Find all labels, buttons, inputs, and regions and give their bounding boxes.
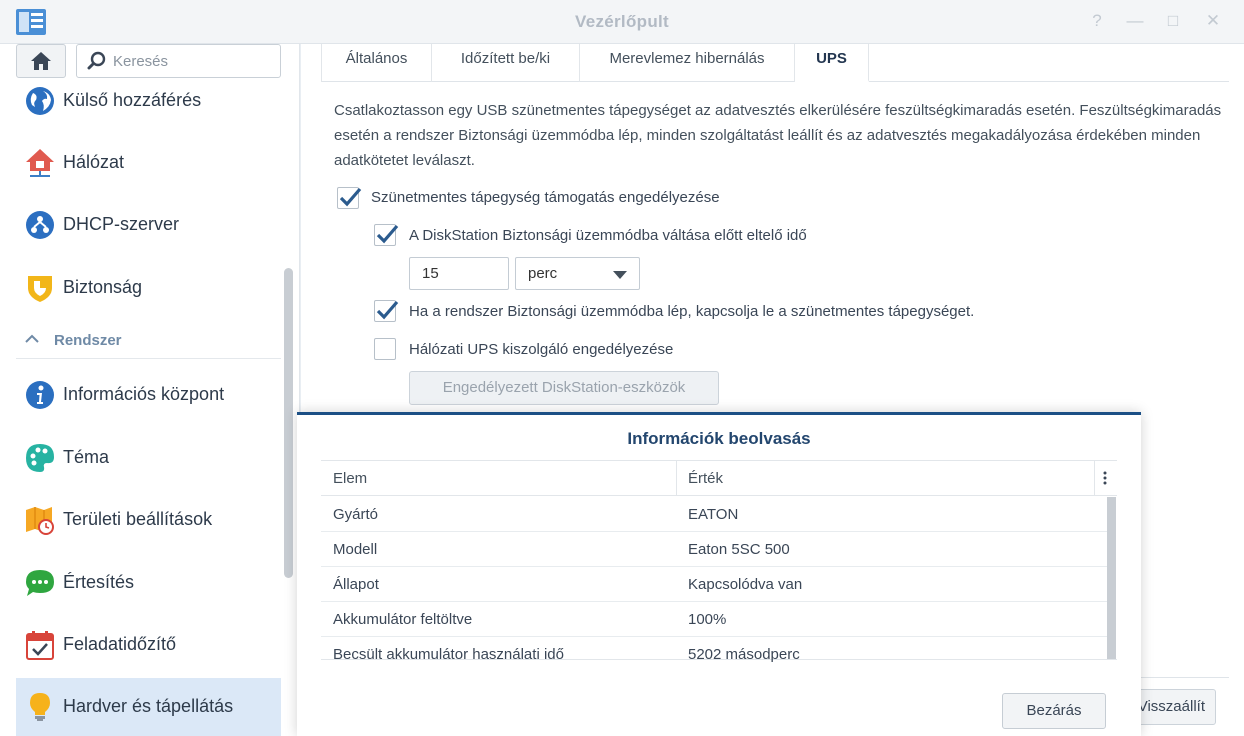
delay-value: 15 (422, 265, 439, 282)
tab-hdd-hibernation[interactable]: Merevlemez hibernálás (580, 44, 795, 82)
sidebar-item-notification[interactable]: Értesítés (16, 554, 281, 612)
close-icon[interactable]: ✕ (1202, 10, 1224, 32)
network-ups-label: Hálózati UPS kiszolgáló engedélyezése (409, 341, 674, 358)
search-input[interactable] (113, 51, 273, 71)
enable-ups-label: Szünetmentes tápegység támogatás engedél… (371, 189, 720, 206)
sidebar-item-network[interactable]: Hálózat (16, 134, 281, 192)
sidebar-item-label: Biztonság (63, 277, 143, 297)
cell-item: Becsült akkumulátor használati idő (333, 646, 564, 663)
delay-label: A DiskStation Biztonsági üzemmódba váltá… (409, 227, 807, 244)
tab-general[interactable]: Általános (321, 44, 432, 82)
caret-down-icon (613, 271, 627, 279)
column-divider[interactable] (676, 461, 677, 496)
house-network-icon (26, 149, 54, 177)
checkmark-icon (376, 300, 399, 320)
cell-value: 100% (688, 611, 727, 628)
sidebar-item-label: Területi beállítások (63, 509, 213, 529)
table-row[interactable]: Becsült akkumulátor használati idő 5202 … (321, 637, 1107, 672)
section-label: Rendszer (54, 332, 122, 349)
permitted-devices-button[interactable]: Engedélyezett DiskStation-eszközök (409, 371, 719, 405)
chat-icon (26, 570, 54, 596)
table-row[interactable]: Gyártó EATON (321, 497, 1107, 532)
window-title: Vezérlőpult (575, 12, 669, 31)
enable-ups-checkbox[interactable] (337, 187, 362, 209)
checkmark-icon (376, 224, 399, 244)
tab-bar: Általános Időzített be/ki Merevlemez hib… (321, 44, 1229, 82)
sidebar-item-label: Hardver és tápellátás (63, 696, 234, 716)
sidebar-scrollbar[interactable] (284, 268, 293, 578)
ups-info-table: Elem Érték Gyártó EATON Modell Eaton 5SC… (321, 460, 1117, 663)
dhcp-icon (26, 211, 54, 239)
sidebar-item-external-access[interactable]: Külső hozzáférés (16, 72, 281, 130)
table-row[interactable]: Állapot Kapcsolódva van (321, 567, 1107, 602)
delay-checkbox[interactable] (374, 224, 399, 246)
sidebar-item-dhcp[interactable]: DHCP-szerver (16, 196, 281, 254)
lightbulb-icon (30, 693, 50, 721)
sidebar-item-regional[interactable]: Területi beállítások (16, 491, 281, 549)
table-header: Elem Érték (321, 461, 1117, 496)
delay-value-input[interactable]: 15 (409, 257, 509, 290)
network-ups-checkbox[interactable] (374, 338, 396, 360)
calendar-check-icon (26, 631, 54, 660)
shutdown-ups-label: Ha a rendszer Biztonsági üzemmódba lép, … (409, 303, 975, 320)
table-row[interactable]: Akkumulátor feltöltve 100% (321, 602, 1107, 637)
sidebar-item-label: Téma (63, 447, 110, 467)
sidebar-item-theme[interactable]: Téma (16, 429, 281, 487)
ups-info-dialog: Információk beolvasás Elem Érték Gyártó … (297, 412, 1141, 736)
cell-value: Eaton 5SC 500 (688, 541, 790, 558)
sidebar-item-security[interactable]: Biztonság (16, 259, 281, 317)
map-clock-icon (26, 507, 54, 535)
column-header-item[interactable]: Elem (333, 470, 367, 487)
column-header-value[interactable]: Érték (688, 470, 723, 487)
minimize-icon[interactable]: — (1124, 10, 1146, 32)
cell-item: Modell (333, 541, 378, 558)
sidebar-item-label: Értesítés (63, 572, 135, 592)
sidebar-item-label: Hálózat (63, 152, 125, 172)
dialog-title: Információk beolvasás (627, 429, 811, 448)
chevron-up-icon (25, 334, 39, 343)
cell-value: Kapcsolódva van (688, 576, 803, 593)
info-icon (26, 381, 54, 409)
cell-value: 5202 másodperc (688, 646, 800, 663)
cell-item: Állapot (333, 576, 379, 593)
delay-unit-select[interactable]: perc (515, 257, 640, 290)
title-bar: Vezérlőpult ? — □ ✕ (0, 0, 1244, 44)
checkmark-icon (339, 187, 362, 207)
cell-item: Gyártó (333, 506, 379, 523)
column-divider[interactable] (1094, 461, 1095, 496)
sidebar-item-hardware-power[interactable]: Hardver és tápellátás (16, 678, 281, 736)
shutdown-ups-checkbox[interactable] (374, 300, 399, 322)
sidebar-item-label: Információs központ (63, 384, 225, 404)
ups-description: Csatlakoztasson egy USB szünetmentes táp… (334, 102, 1222, 169)
close-button[interactable]: Bezárás (1002, 693, 1106, 729)
column-menu-icon[interactable] (1103, 471, 1107, 485)
sidebar-item-label: Külső hozzáférés (63, 90, 202, 110)
cell-item: Akkumulátor feltöltve (333, 611, 473, 628)
sidebar-item-label: DHCP-szerver (63, 214, 180, 234)
sidebar-item-task-scheduler[interactable]: Feladatidőzítő (16, 616, 281, 674)
sidebar-item-info-center[interactable]: Információs központ (16, 366, 281, 424)
restore-button-label: Visszaállít (1137, 698, 1205, 715)
search-icon (87, 51, 106, 70)
palette-icon (26, 444, 54, 472)
table-scrollbar[interactable] (1107, 497, 1116, 659)
shield-icon (28, 276, 52, 302)
help-icon[interactable]: ? (1086, 10, 1108, 32)
globe-icon (26, 87, 54, 115)
table-row[interactable]: Modell Eaton 5SC 500 (321, 532, 1107, 567)
section-header-system[interactable]: Rendszer (16, 325, 281, 359)
sidebar: Külső hozzáférés Hálózat DHCP-szerver Bi… (0, 44, 300, 736)
delay-unit-value: perc (528, 265, 558, 282)
sidebar-item-label: Feladatidőzítő (63, 634, 177, 654)
tab-scheduled-power[interactable]: Időzített be/ki (432, 44, 580, 82)
restore-button[interactable]: Visszaállít (1131, 689, 1216, 725)
home-icon (31, 52, 51, 70)
tab-ups[interactable]: UPS (795, 44, 869, 82)
maximize-icon[interactable]: □ (1162, 10, 1184, 32)
cell-value: EATON (688, 506, 739, 523)
